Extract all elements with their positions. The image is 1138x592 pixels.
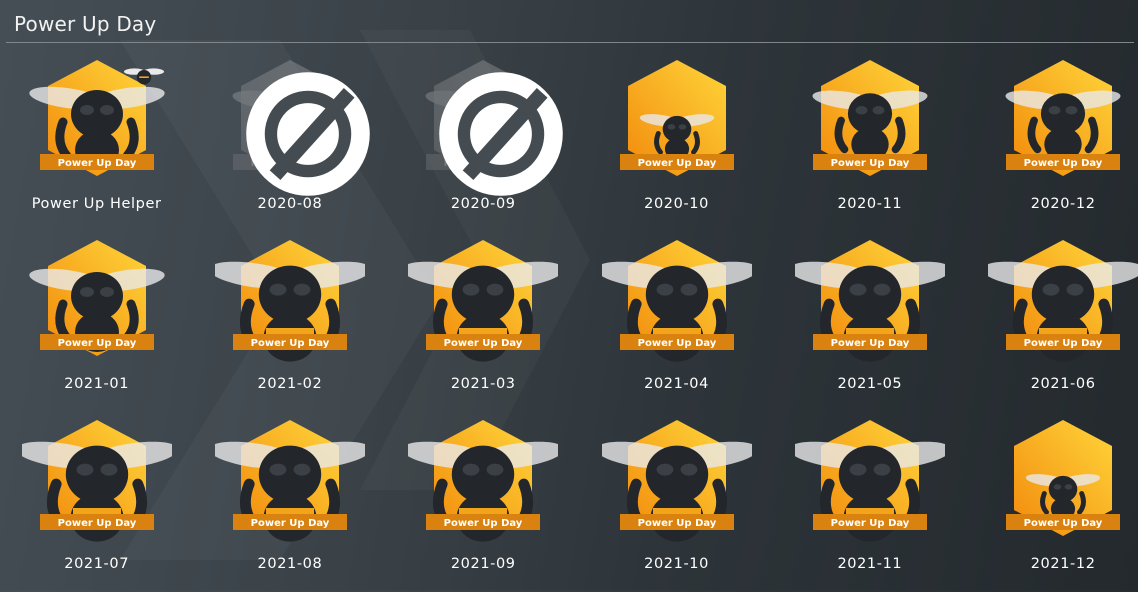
badge-grid: Power Up Day Power Up Helper Power Up Da… (0, 52, 1138, 592)
bee-hexagon-icon: Power Up Day (988, 52, 1138, 192)
bee-hexagon-icon: Power Up Day (794, 232, 945, 372)
badge-label: 2021-02 (257, 376, 323, 392)
badge-label: 2021-10 (644, 556, 709, 572)
badge-2021-04[interactable]: Power Up Day 2021-04 (580, 232, 773, 412)
bee-hexagon-icon: Power Up Day (602, 52, 752, 192)
svg-text:Power Up Day: Power Up Day (831, 158, 910, 169)
page-title: Power Up Day (14, 12, 157, 36)
badge-label: 2020-11 (837, 196, 903, 212)
svg-text:Power Up Day: Power Up Day (831, 338, 910, 349)
badge-image: Power Up Day (794, 412, 945, 552)
bee-hexagon-icon: Power Up Day (601, 412, 752, 552)
bee-hexagon-icon: Power Up Day (795, 52, 945, 192)
badge-2021-12[interactable]: Power Up Day 2021-12 (966, 412, 1138, 592)
badge-label: 2021-03 (450, 376, 516, 392)
badge-2021-03[interactable]: Power Up Day 2021-03 (387, 232, 580, 412)
bee-hexagon-icon: Power Up Day (22, 52, 172, 192)
badge-2021-01[interactable]: Power Up Day 2021-01 (0, 232, 193, 412)
badge-label: 2021-07 (64, 556, 130, 572)
svg-text:Power Up Day: Power Up Day (1024, 518, 1103, 529)
badge-image: Power Up Day (22, 232, 172, 372)
badge-image: Power Up Day (215, 52, 370, 196)
badge-2020-11[interactable]: Power Up Day 2020-11 (773, 52, 966, 232)
badge-label: 2021-11 (837, 556, 903, 572)
badge-image: Power Up Day (22, 52, 172, 192)
svg-text:Power Up Day: Power Up Day (637, 338, 716, 349)
badge-2021-02[interactable]: Power Up Day 2021-02 (193, 232, 386, 412)
badge-2020-12[interactable]: Power Up Day 2020-12 (966, 52, 1138, 232)
badge-2021-11[interactable]: Power Up Day 2021-11 (773, 412, 966, 592)
badge-image: Power Up Day (988, 52, 1138, 192)
badge-2021-05[interactable]: Power Up Day 2021-05 (773, 232, 966, 412)
badge-image: Power Up Day (601, 232, 752, 372)
badge-2021-06[interactable]: Power Up Day 2021-06 (966, 232, 1138, 412)
badge-image: Power Up Day (21, 412, 172, 552)
svg-text:Power Up Day: Power Up Day (251, 518, 330, 529)
badge-label: 2021-01 (64, 376, 130, 392)
bee-hexagon-icon: Power Up Day (988, 412, 1138, 552)
locked-icon (426, 64, 563, 196)
badge-2020-08[interactable]: Power Up Day 2020-08 (193, 52, 386, 232)
badge-2021-07[interactable]: Power Up Day 2021-07 (0, 412, 193, 592)
badge-image: Power Up Day (408, 52, 563, 196)
badge-label: 2020-10 (644, 196, 709, 212)
badge-power-up-helper[interactable]: Power Up Day Power Up Helper (0, 52, 193, 232)
badge-label: 2021-06 (1030, 376, 1096, 392)
svg-text:Power Up Day: Power Up Day (57, 338, 136, 349)
bee-hexagon-icon: Power Up Day (794, 412, 945, 552)
bee-hexagon-icon: Power Up Day (601, 232, 752, 372)
badge-image: Power Up Day (408, 412, 559, 552)
svg-text:Power Up Day: Power Up Day (251, 338, 330, 349)
badge-label: 2021-12 (1030, 556, 1096, 572)
badge-image: Power Up Day (795, 52, 945, 192)
section-header: Power Up Day (6, 0, 1134, 43)
badge-2020-09[interactable]: Power Up Day 2020-09 (387, 52, 580, 232)
svg-text:Power Up Day: Power Up Day (444, 518, 523, 529)
bee-hexagon-icon: Power Up Day (408, 232, 559, 372)
badge-label: 2020-12 (1030, 196, 1096, 212)
svg-text:Power Up Day: Power Up Day (57, 518, 136, 529)
bee-hexagon-icon: Power Up Day (214, 412, 365, 552)
badge-image: Power Up Day (988, 232, 1138, 372)
badge-2021-10[interactable]: Power Up Day 2021-10 (580, 412, 773, 592)
svg-text:Power Up Day: Power Up Day (637, 518, 716, 529)
locked-icon (233, 64, 370, 196)
badge-2021-08[interactable]: Power Up Day 2021-08 (193, 412, 386, 592)
svg-text:Power Up Day: Power Up Day (444, 338, 523, 349)
svg-text:Power Up Day: Power Up Day (831, 518, 910, 529)
badge-image: Power Up Day (988, 412, 1138, 552)
bee-hexagon-icon: Power Up Day (214, 232, 365, 372)
bee-hexagon-icon: Power Up Day (988, 232, 1138, 372)
svg-text:Power Up Day: Power Up Day (1024, 158, 1103, 169)
badge-label: 2021-09 (450, 556, 516, 572)
badge-image: Power Up Day (214, 232, 365, 372)
badge-2020-10[interactable]: Power Up Day 2020-10 (580, 52, 773, 232)
badge-label: 2021-08 (257, 556, 323, 572)
bee-hexagon-icon: Power Up Day (408, 412, 559, 552)
badge-image: Power Up Day (602, 52, 752, 192)
badge-2021-09[interactable]: Power Up Day 2021-09 (387, 412, 580, 592)
svg-text:Power Up Day: Power Up Day (57, 158, 136, 169)
badge-image: Power Up Day (214, 412, 365, 552)
badge-image: Power Up Day (601, 412, 752, 552)
badge-image: Power Up Day (794, 232, 945, 372)
badge-label: Power Up Helper (31, 196, 162, 212)
badge-label: 2021-04 (644, 376, 709, 392)
svg-text:Power Up Day: Power Up Day (637, 158, 716, 169)
svg-text:Power Up Day: Power Up Day (1024, 338, 1103, 349)
badge-label: 2021-05 (837, 376, 903, 392)
bee-hexagon-icon: Power Up Day (21, 412, 172, 552)
badge-image: Power Up Day (408, 232, 559, 372)
bee-hexagon-icon: Power Up Day (22, 232, 172, 372)
